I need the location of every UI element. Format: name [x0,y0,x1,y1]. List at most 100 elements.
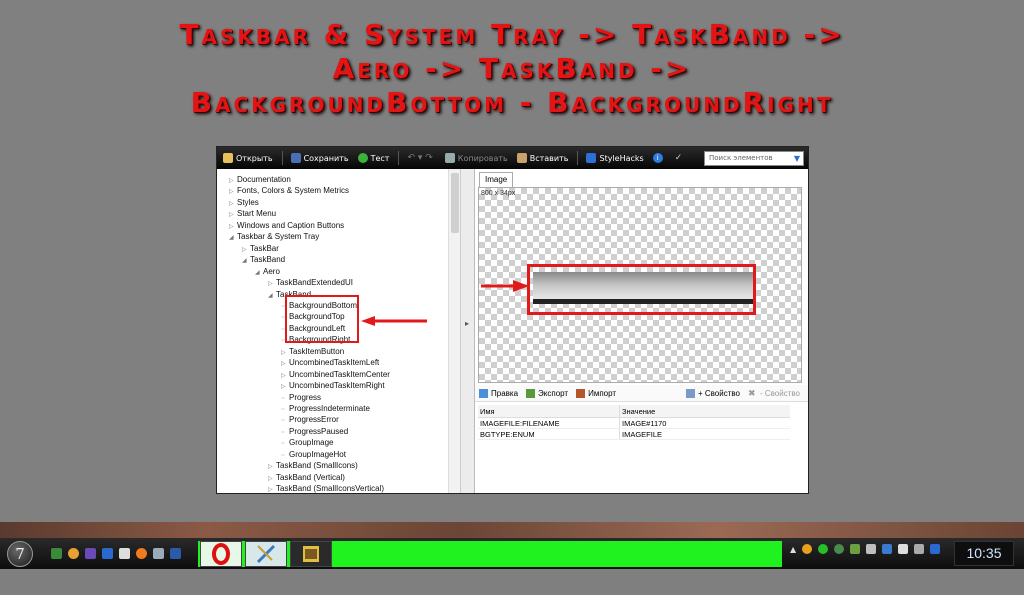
add-property-button[interactable]: + Свойство [685,388,740,398]
test-button[interactable]: Тест [357,153,390,163]
stylehacks-button[interactable]: StyleHacks [586,153,644,163]
tree-item[interactable]: ▷ TaskBand (SmallIconsVertical) [268,483,384,493]
tree-scrollbar[interactable] [448,169,460,493]
bluetooth-icon[interactable] [930,544,941,554]
delete-property-button[interactable]: ✖ - Свойство [747,387,800,398]
tree-item-label: ProgressError [289,415,339,425]
table-row[interactable]: IMAGEFILE:FILENAME IMAGE#1170 [478,418,790,429]
expand-toggle-icon[interactable]: ◢ [268,291,276,302]
quick-launch-app-icon[interactable] [51,548,62,559]
open-label: Открыть [236,153,273,163]
paste-icon [516,153,527,163]
tree-item[interactable]: ▷ UncombinedTaskItemLeft [281,357,379,368]
undo-button[interactable]: ↶ ▾ ↷ [407,153,435,163]
quick-launch-browser-icon[interactable] [68,548,79,559]
quick-launch-app-icon[interactable] [153,548,164,559]
tree-item[interactable]: ▷ Documentation [229,174,291,185]
properties-table: Имя Значение IMAGEFILE:FILENAME IMAGE#11… [478,405,790,440]
column-header-value[interactable]: Значение [620,405,790,417]
paste-button[interactable]: Вставить [516,153,568,163]
quick-launch-app-icon[interactable] [102,548,113,559]
tree-item[interactable]: ◢ Taskbar & System Tray [229,231,319,242]
tree-item-label: Progress [289,392,322,402]
search-dropdown-icon[interactable]: ▼ [794,154,803,163]
tree-item[interactable]: ▷ Styles [229,197,259,208]
tree-item-label: TaskBar [250,243,279,253]
tree-item[interactable]: ▷ TaskBand (Vertical) [268,472,345,483]
tree-item[interactable]: ▷ UncombinedTaskItemRight [281,380,385,391]
export-button[interactable]: Экспорт [526,388,568,398]
tray-network-icon[interactable] [882,544,893,554]
tree-item[interactable]: ▷ Windows and Caption Buttons [229,220,344,231]
panel-splitter[interactable]: ▸ [461,169,475,493]
tree-item[interactable]: ▷ Start Menu [229,208,276,219]
test-label: Тест [370,153,390,163]
add-property-label: + Свойство [697,388,740,398]
tree-item[interactable]: ▷ TaskBar [242,243,279,254]
toolbar-separator [577,151,579,165]
taskbar-button-movie-studio[interactable] [290,541,332,567]
splitter-grip-icon[interactable]: ▸ [465,319,469,328]
tray-app-icon[interactable] [898,544,909,554]
check-button[interactable]: ✓ [675,153,686,163]
tree-item[interactable]: ┈ ProgressError [281,414,339,425]
taskbar-clock[interactable]: 10:35 [954,541,1014,566]
column-header-name[interactable]: Имя [478,405,620,417]
tray-app-icon[interactable] [914,544,925,554]
tree-item[interactable]: ┈ ProgressPaused [281,426,348,437]
film-studio-icon [303,546,319,562]
quick-launch-firefox-icon[interactable] [136,548,147,559]
expand-toggle-icon[interactable]: ◢ [242,256,250,267]
title-line-2: Aero -> TaskBand -> [332,52,692,85]
tree-item-label: GroupImage [289,438,334,448]
tray-app-icon[interactable] [834,544,845,554]
tree-item[interactable]: ◢ Aero [255,266,280,277]
stylehacks-icon [586,153,597,163]
toolbar-separator [398,151,400,165]
edit-button[interactable]: Правка [479,388,518,398]
tree-item[interactable]: ▷ Fonts, Colors & System Metrics [229,185,349,196]
tree-item-label: ProgressIndeterminate [289,404,370,413]
tree-item[interactable]: ▷ UncombinedTaskItemCenter [281,369,390,380]
open-button[interactable]: Открыть [223,153,273,163]
tree-item[interactable]: ┈ ProgressIndeterminate [281,403,370,414]
tree-item[interactable]: ◢ TaskBand [242,254,285,265]
info-button[interactable]: i [652,153,666,163]
tray-expand-icon[interactable]: ▲ [790,545,796,554]
tree-item-label: Aero [263,266,280,276]
quick-launch-app-icon[interactable] [85,548,96,559]
save-button[interactable]: Сохранить [290,153,349,163]
import-button[interactable]: Импорт [576,388,616,398]
taskbar-button-opera[interactable] [200,541,242,567]
tree-item[interactable]: ┈ GroupImageHot [281,449,346,460]
desktop-bottom [0,569,1024,595]
expand-toggle-icon[interactable]: ◢ [229,233,237,244]
start-button[interactable]: 7 [7,540,33,567]
import-icon [576,388,586,398]
toolbar-separator [281,151,283,165]
expand-toggle-icon[interactable]: ◢ [255,268,263,279]
tree-item[interactable]: ┈ GroupImage [281,437,333,448]
copy-button[interactable]: Копировать [444,153,508,163]
check-icon: ✓ [674,153,683,163]
tree-item[interactable]: ▷ TaskBandExtendedUI [268,277,353,288]
tree-item[interactable]: ┈ Progress [281,392,321,403]
tab-image[interactable]: Image [479,172,514,187]
quick-launch-app-icon[interactable] [170,548,181,559]
tree-scrollbar-thumb[interactable] [451,173,459,233]
tree-item[interactable]: ▷ TaskBand (SmallIcons) [268,460,358,471]
tray-app-icon[interactable] [850,544,861,554]
expand-toggle-icon[interactable]: ▷ [268,485,276,493]
tree-item[interactable]: ▷ TaskItemButton [281,346,344,357]
delete-property-icon: ✖ [747,387,756,398]
taskbar-button-stylebuilder[interactable] [245,541,287,567]
tray-calendar-icon[interactable] [866,544,877,554]
tree-item-label: TaskBand (SmallIconsVertical) [276,484,385,493]
property-name: IMAGEFILE:FILENAME [478,418,620,428]
quick-launch-app-icon[interactable] [119,548,130,559]
property-value: IMAGE#1170 [622,419,667,428]
search-input[interactable]: Поиск элементов ▼ [704,150,804,166]
table-row[interactable]: BGTYPE:ENUM IMAGEFILE [478,429,790,440]
tray-app-icon[interactable] [802,544,813,554]
tray-app-icon[interactable] [818,544,829,554]
